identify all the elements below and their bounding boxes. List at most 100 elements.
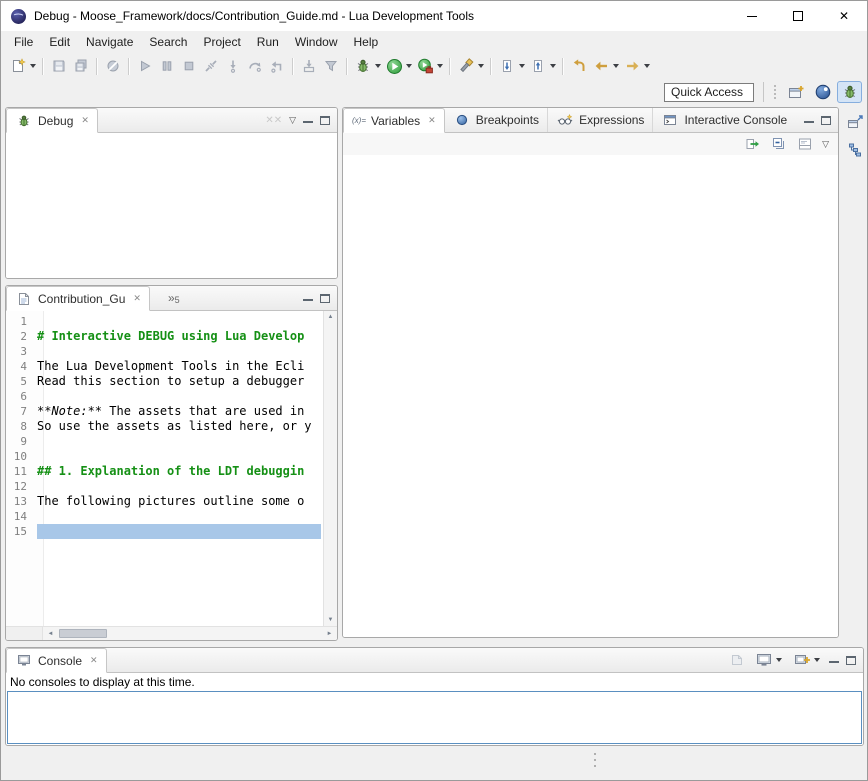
console-text-area[interactable] — [7, 691, 862, 744]
editor-line[interactable]: 6 — [6, 389, 323, 404]
window-close-button[interactable]: ✕ — [821, 1, 867, 31]
minimize-view-icon[interactable] — [303, 117, 313, 123]
status-bar-drag-handle[interactable] — [594, 753, 596, 767]
collapse-all-icon[interactable] — [770, 135, 788, 153]
menu-window[interactable]: Window — [287, 33, 346, 51]
tab-console[interactable]: Console ✕ — [6, 648, 107, 673]
outline-view-button[interactable] — [845, 140, 865, 160]
line-number: 1 — [6, 314, 37, 329]
display-selected-console-button[interactable] — [753, 649, 784, 671]
editor-line[interactable]: 1 — [6, 314, 323, 329]
save-all-button[interactable] — [70, 55, 92, 77]
close-icon[interactable]: ✕ — [133, 293, 141, 304]
menu-search[interactable]: Search — [141, 33, 195, 51]
next-annotation-button[interactable] — [496, 55, 527, 77]
editor-line[interactable]: 4The Lua Development Tools in the Ecli — [6, 359, 323, 374]
editor-text-area[interactable]: 1 2# Interactive DEBUG using Lua Develop… — [6, 311, 323, 626]
skip-all-breakpoints-button[interactable] — [102, 55, 124, 77]
resume-button[interactable] — [134, 55, 156, 77]
forward-button[interactable] — [621, 55, 652, 77]
quick-access-input[interactable]: Quick Access — [664, 83, 754, 102]
editor-line[interactable]: 14 — [6, 509, 323, 524]
open-log-icon[interactable] — [728, 651, 746, 669]
drag-handle[interactable] — [773, 84, 777, 100]
scroll-up-icon[interactable]: ▲ — [328, 313, 334, 321]
new-button[interactable] — [7, 55, 38, 77]
menu-edit[interactable]: Edit — [41, 33, 78, 51]
perspective-debug-button[interactable] — [837, 81, 862, 103]
tab-expressions[interactable]: Expressions — [547, 108, 652, 132]
editor-line[interactable]: 12 — [6, 479, 323, 494]
minimize-view-icon[interactable] — [303, 295, 313, 301]
scroll-down-icon[interactable]: ▼ — [328, 616, 334, 624]
close-icon[interactable]: ✕ — [428, 115, 436, 126]
show-detail-pane-icon[interactable] — [796, 135, 814, 153]
minimize-view-icon[interactable] — [829, 657, 839, 663]
restore-minimized-view-button[interactable] — [845, 112, 865, 132]
menu-run[interactable]: Run — [249, 33, 287, 51]
back-button[interactable] — [590, 55, 621, 77]
drop-to-frame-button[interactable] — [298, 55, 320, 77]
menu-project[interactable]: Project — [195, 33, 248, 51]
tab-overflow-chevron[interactable]: » 5 — [168, 286, 180, 310]
last-edit-location-button[interactable] — [568, 55, 590, 77]
scrollbar-track[interactable] — [58, 627, 322, 640]
window-maximize-button[interactable] — [775, 1, 821, 31]
tab-variables[interactable]: (x)= Variables ✕ — [343, 108, 445, 133]
editor-line[interactable]: 15 — [6, 524, 323, 539]
open-console-button[interactable] — [791, 649, 822, 671]
show-logical-structure-icon[interactable] — [744, 135, 762, 153]
maximize-view-icon[interactable] — [821, 116, 831, 125]
editor-line[interactable]: 5Read this section to setup a debugger — [6, 374, 323, 389]
editor-line[interactable]: 9 — [6, 434, 323, 449]
remove-all-terminated-icon[interactable]: ✕✕ — [265, 115, 282, 126]
close-icon[interactable]: ✕ — [81, 115, 89, 126]
editor-line[interactable]: 7**Note:** The assets that are used in — [6, 404, 323, 419]
run-button[interactable] — [383, 55, 414, 77]
step-return-button[interactable] — [266, 55, 288, 77]
scroll-right-icon[interactable]: ► — [322, 627, 337, 640]
menu-help[interactable]: Help — [346, 33, 387, 51]
editor-line[interactable]: 2# Interactive DEBUG using Lua Develop — [6, 329, 323, 344]
scroll-left-icon[interactable]: ◄ — [43, 627, 58, 640]
editor-vertical-scrollbar[interactable]: ▲ ▼ — [323, 311, 337, 626]
breakpoint-icon — [453, 111, 471, 129]
open-perspective-button[interactable] — [783, 81, 808, 103]
view-menu-icon[interactable]: ▽ — [822, 139, 829, 150]
previous-annotation-button[interactable] — [527, 55, 558, 77]
search-button[interactable] — [455, 55, 486, 77]
tab-interactive-console[interactable]: Interactive Console — [652, 108, 795, 132]
window-minimize-button[interactable] — [729, 1, 775, 31]
suspend-button[interactable] — [156, 55, 178, 77]
maximize-view-icon[interactable] — [320, 116, 330, 125]
editor-line[interactable]: 8So use the assets as listed here, or y — [6, 419, 323, 434]
editor-line[interactable]: 13The following pictures outline some o — [6, 494, 323, 509]
maximize-view-icon[interactable] — [320, 294, 330, 303]
step-over-button[interactable] — [244, 55, 266, 77]
debug-view-content[interactable] — [6, 133, 337, 278]
tab-debug[interactable]: Debug ✕ — [6, 108, 98, 133]
menu-file[interactable]: File — [6, 33, 41, 51]
disconnect-button[interactable] — [200, 55, 222, 77]
save-button[interactable] — [48, 55, 70, 77]
use-step-filters-button[interactable] — [320, 55, 342, 77]
menu-navigate[interactable]: Navigate — [78, 33, 141, 51]
view-menu-icon[interactable]: ▽ — [289, 115, 296, 126]
editor-line[interactable]: 11## 1. Explanation of the LDT debuggin — [6, 464, 323, 479]
editor-horizontal-scrollbar[interactable]: ◄ ► — [6, 626, 337, 640]
maximize-view-icon[interactable] — [846, 656, 856, 665]
variables-view-content[interactable] — [343, 155, 838, 637]
window-controls: ✕ — [729, 1, 867, 31]
perspective-lua-button[interactable] — [810, 81, 835, 103]
external-tools-button[interactable] — [414, 55, 445, 77]
editor-line[interactable]: 10 — [6, 449, 323, 464]
step-into-button[interactable] — [222, 55, 244, 77]
close-icon[interactable]: ✕ — [90, 655, 98, 666]
minimize-view-icon[interactable] — [804, 117, 814, 123]
scrollbar-thumb[interactable] — [59, 629, 107, 638]
tab-contribution-guide[interactable]: Contribution_Gu ✕ — [6, 286, 150, 311]
debug-button[interactable] — [352, 55, 383, 77]
editor-line[interactable]: 3 — [6, 344, 323, 359]
terminate-button[interactable] — [178, 55, 200, 77]
tab-breakpoints[interactable]: Breakpoints — [445, 108, 547, 132]
